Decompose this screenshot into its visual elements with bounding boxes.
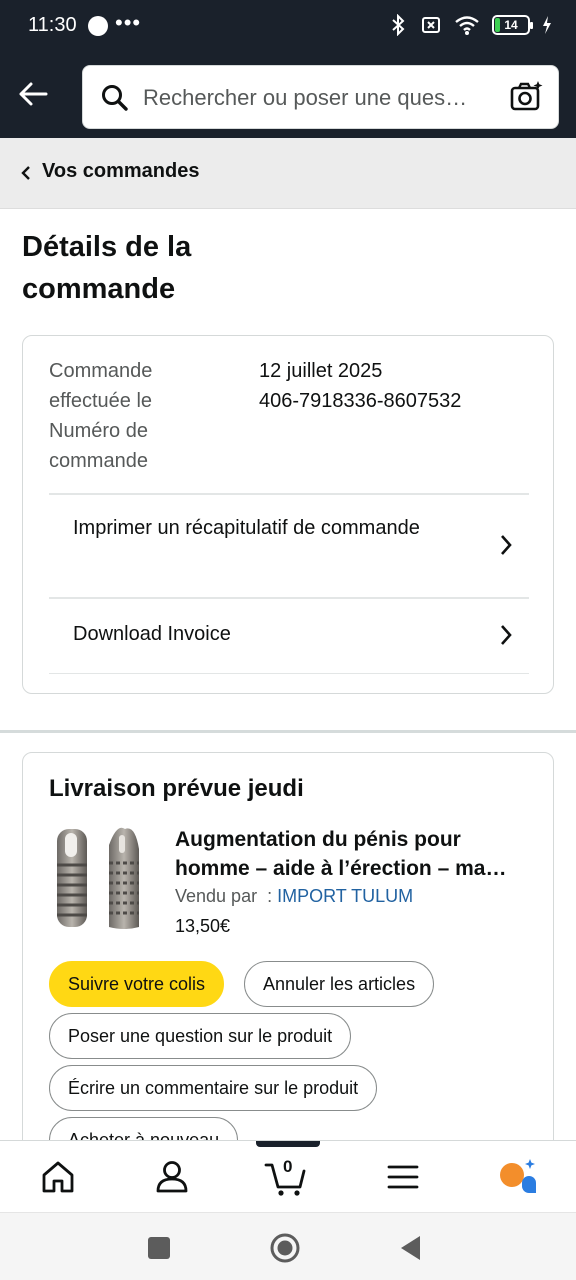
back-button-icon[interactable] <box>394 1231 428 1265</box>
cancel-items-button[interactable]: Annuler les articles <box>244 961 435 1007</box>
breadcrumb: Vos commandes <box>0 138 576 209</box>
write-review-button[interactable]: Écrire un commentaire sur le produit <box>49 1065 378 1111</box>
battery-icon: 14 <box>492 15 533 35</box>
delivery-title: Livraison prévue jeudi <box>49 775 304 802</box>
status-bar: 11:30 ••• 14 <box>0 0 576 55</box>
chevron-right-icon <box>501 535 512 555</box>
product-title-link[interactable]: Augmentation du pénis pour homme – aide … <box>175 825 531 883</box>
status-time: 11:30 <box>28 14 77 36</box>
shipment-card: Livraison prévue jeudi Augmentation du p… <box>22 752 554 1172</box>
print-summary-label: Imprimer un récapitulatif de commande <box>73 517 420 539</box>
home-button-icon[interactable] <box>268 1231 302 1265</box>
order-info-values: 12 juillet 2025 406-7918336-8607532 <box>259 356 461 416</box>
rufus-assistant-icon[interactable] <box>496 1155 540 1199</box>
back-arrow-icon[interactable] <box>16 77 50 111</box>
seller-name-link[interactable]: IMPORT TULUM <box>277 886 413 906</box>
download-invoice-link[interactable]: Download Invoice <box>49 599 529 673</box>
search-input[interactable] <box>143 80 503 116</box>
notification-dot-icon <box>88 16 108 36</box>
chevron-right-icon <box>501 625 512 645</box>
wifi-icon <box>455 16 479 35</box>
header-bar <box>0 55 576 138</box>
home-icon[interactable] <box>36 1155 80 1199</box>
search-box[interactable] <box>82 65 559 129</box>
divider <box>49 673 529 674</box>
no-sim-icon <box>422 17 440 33</box>
system-nav-bar <box>0 1212 576 1280</box>
bottom-nav: 0 <box>0 1140 576 1212</box>
account-icon[interactable] <box>150 1155 194 1199</box>
order-number-label: Numéro de commande <box>49 420 148 472</box>
status-icons: 14 <box>388 14 552 36</box>
print-summary-link[interactable]: Imprimer un récapitulatif de commande <box>49 495 529 597</box>
menu-icon[interactable] <box>381 1155 425 1199</box>
charging-icon <box>543 16 551 34</box>
product-price: 13,50€ <box>175 916 231 936</box>
section-separator <box>0 730 576 733</box>
camera-search-icon[interactable] <box>510 80 544 114</box>
recent-apps-icon[interactable] <box>142 1231 176 1265</box>
breadcrumb-orders-link[interactable]: Vos commandes <box>42 160 199 183</box>
chevron-left-icon <box>21 166 30 180</box>
order-info-card: Commande effectuée le Numéro de commande… <box>22 335 554 694</box>
order-date-value: 12 juillet 2025 <box>259 360 383 382</box>
seller-info: Vendu par : IMPORT TULUM <box>175 886 413 907</box>
sold-by-label: Vendu par : <box>175 886 273 906</box>
more-notifications-icon: ••• <box>115 10 142 35</box>
order-number-value: 406-7918336-8607532 <box>259 390 462 412</box>
order-info-labels: Commande effectuée le Numéro de commande <box>49 356 219 476</box>
order-date-label: Commande effectuée le <box>49 360 153 412</box>
bluetooth-icon <box>392 14 405 36</box>
search-icon <box>102 85 128 111</box>
product-image[interactable] <box>51 823 147 931</box>
download-invoice-label: Download Invoice <box>73 623 231 645</box>
cart-count: 0 <box>283 1157 293 1176</box>
ask-question-button[interactable]: Poser une question sur le produit <box>49 1013 352 1059</box>
page-title: Détails de la commande <box>22 231 192 305</box>
track-package-button[interactable]: Suivre votre colis <box>49 961 225 1007</box>
active-tab-indicator <box>256 1141 320 1147</box>
